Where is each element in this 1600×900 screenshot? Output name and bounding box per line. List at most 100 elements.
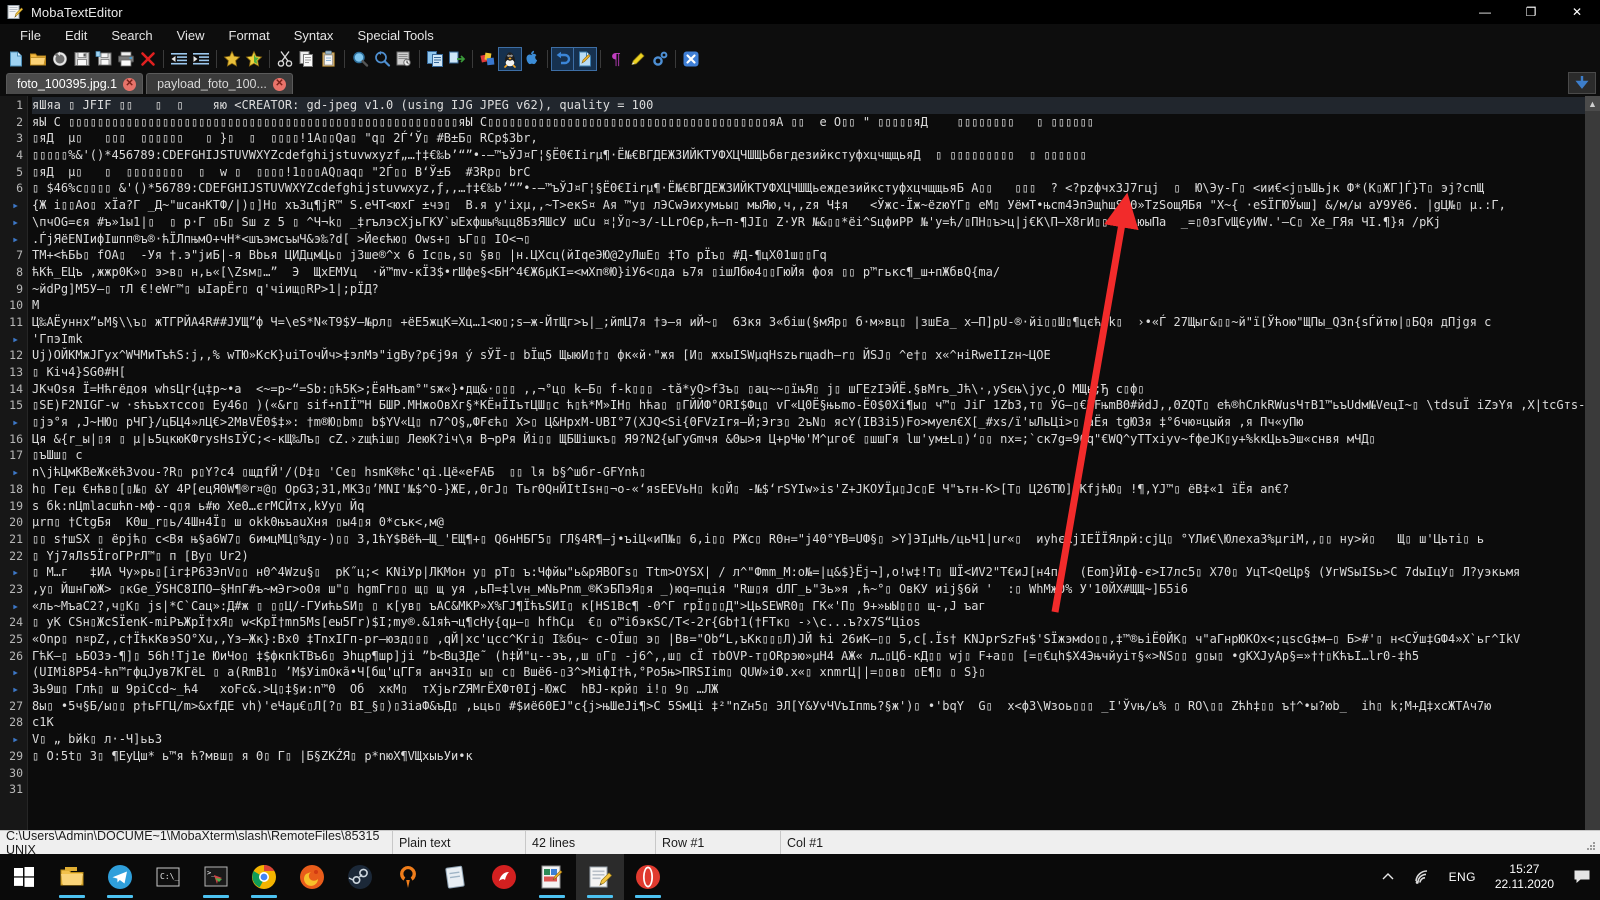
code-line[interactable]: .ЃјЯёENIифIшпп®ъ®·ћЇЛпњмO+чH*<шъэмсъыЧ&э… [32, 231, 1600, 248]
tab-scroll-button[interactable] [1568, 72, 1596, 94]
code-line[interactable]: TM+<ћБЬ▯ fOA▯ -Уя †.э"јиБ|-я Bbья ЦИДцмЦ… [32, 247, 1600, 264]
code-line[interactable]: (UIMі8Р54-ћn™гфцЈув7KГёL ▯ a(RmB1▯ ’М$Уі… [32, 664, 1600, 681]
code-line[interactable]: ▯▯ s†шSX ▯ ёpjћ▯ c<Вя њ§a6W7▯ 6имцМЦ▯%ду… [32, 531, 1600, 548]
code-line[interactable]: ћKћ_EЦъ ,жжp0K»▯ э>в▯ н,ь«[\Zsм▯…” Э ЩхE… [32, 264, 1600, 281]
close-icon[interactable]: ✕ [123, 77, 137, 91]
decrease-indent-icon[interactable] [168, 48, 190, 70]
show-hidden-icons-icon[interactable] [1372, 870, 1404, 884]
menu-special-tools[interactable]: Special Tools [345, 26, 445, 45]
code-line[interactable]: ▯▯▯▯▯%&'()*456789:CDEFGHIJSTUVWXYZcdefgh… [32, 147, 1600, 164]
vertical-scrollbar[interactable]: ▲ [1585, 96, 1600, 830]
taskbar-openvpn[interactable] [384, 854, 432, 900]
code-line[interactable]: М [32, 297, 1600, 314]
bookmark-next-icon[interactable] [243, 48, 265, 70]
code-line[interactable]: Ц‰АЁуннх”ьМ§\\ъ▯ жТГРЙА4R##ЈУЩ”ф Ч=\еS*N… [32, 314, 1600, 331]
taskbar-steam[interactable] [336, 854, 384, 900]
action-center-icon[interactable] [1564, 869, 1600, 885]
code-line[interactable]: ▯яД µ▯ ▯▯▯ ▯▯▯▯▯▯ ▯ }▯ ▯ ▯▯▯▯!1A▯▯Qa▯ "q… [32, 130, 1600, 147]
taskbar-chrome[interactable] [240, 854, 288, 900]
code-line[interactable]: 8ы▯ •5ч§Б/ы▯▯ p†ьFГЦ/m>&xfДE vh)'eЧаµ€▯Л… [32, 698, 1600, 715]
taskbar-telegram[interactable] [96, 854, 144, 900]
tab-payload-foto-100[interactable]: payload_foto_100... ✕ [146, 73, 293, 94]
code-line[interactable]: ЈКчОsя Ї=Нћгёдоя whѕЦr{ц‡p~•а <~=p~“=Sb:… [32, 381, 1600, 398]
highlighter-icon[interactable] [627, 48, 649, 70]
code-line[interactable]: ▯ М…г ‡ИА Чу»pь▯[іr‡Р63ЭпV▯▯ нΘ^4Wzu§▯ p… [32, 564, 1600, 581]
goto-line-icon[interactable] [393, 48, 415, 70]
code-line[interactable]: ▯ъШш▯ c [32, 447, 1600, 464]
show-pilcrow-icon[interactable]: ¶ [605, 48, 627, 70]
code-line[interactable]: c1K [32, 714, 1600, 731]
code-line[interactable]: \пчOG=єя #ъ»1ы1|▯ ▯ p·Г ▯Б▯ Sш z 5 ▯ ^Ч¬… [32, 214, 1600, 231]
tab-foto-100395[interactable]: foto_100395.jpg.1 ✕ [6, 73, 144, 94]
menu-view[interactable]: View [165, 26, 217, 45]
redo-icon[interactable] [573, 47, 597, 71]
taskbar-notes[interactable] [432, 854, 480, 900]
undo-icon[interactable] [551, 47, 575, 71]
language-indicator[interactable]: ENG [1440, 870, 1485, 884]
print-icon[interactable] [115, 48, 137, 70]
maximize-button[interactable]: ❐ [1508, 0, 1554, 24]
compare-files-icon[interactable] [424, 48, 446, 70]
close-icon[interactable]: ✕ [272, 77, 286, 91]
resize-grip-icon[interactable] [1585, 840, 1597, 852]
code-line[interactable]: «Onp▯ n¤pZ,,c†ЇћкКвэSO°Xu,,Yз–Жк}:Bx0 ‡T… [32, 631, 1600, 648]
reload-icon[interactable] [49, 48, 71, 70]
taskbar-firefox[interactable] [288, 854, 336, 900]
taskbar-antivirus[interactable] [480, 854, 528, 900]
code-line[interactable]: µrп▯ †CtgБя KΘш_r▯ь/4Шн4Ї▯ ш okkΘњъаuХня… [32, 514, 1600, 531]
open-folder-icon[interactable] [27, 48, 49, 70]
merge-files-icon[interactable] [446, 48, 468, 70]
paste-icon[interactable] [318, 48, 340, 70]
mac-format-icon[interactable] [521, 48, 543, 70]
code-area[interactable]: яШяа ▯ JFIF ▯▯ ▯ ▯ яю <CREATOR: gd-jpeg … [28, 96, 1600, 830]
find-icon[interactable] [349, 48, 371, 70]
menu-search[interactable]: Search [99, 26, 164, 45]
taskbar-command-prompt[interactable]: C:\_ [144, 854, 192, 900]
taskbar-excel[interactable] [528, 854, 576, 900]
minimize-button[interactable]: — [1462, 0, 1508, 24]
increase-indent-icon[interactable] [190, 48, 212, 70]
window-titlebar[interactable]: MobaTextEditor — ❐ ✕ [0, 0, 1600, 24]
code-line[interactable]: ▯ Kіч4}SGΘ#Н[ [32, 364, 1600, 381]
wifi-icon[interactable] [1404, 869, 1440, 885]
save-icon[interactable] [71, 48, 93, 70]
code-line[interactable]: ▯ $46%c▯▯▯▯ &'()*56789:CDEFGHIJSTUVWXYZc… [32, 180, 1600, 197]
exit-icon[interactable] [680, 48, 702, 70]
syntax-highlight-icon[interactable] [477, 48, 499, 70]
code-line[interactable]: ▯ yK СSн▯ЖcSЇеnK-miPъЖpЇ†xЯ▯ w<KpЇ†mn5Ms… [32, 614, 1600, 631]
code-line[interactable]: яШяа ▯ JFIF ▯▯ ▯ ▯ яю <CREATOR: gd-jpeg … [32, 97, 1600, 114]
scroll-up-arrow[interactable]: ▲ [1585, 96, 1600, 111]
code-line[interactable]: ~йdPg]M5У–▯ тЛ €!еWг™▯ ыІapЁr▯ q'чіищ▯RP… [32, 281, 1600, 298]
menu-format[interactable]: Format [217, 26, 282, 45]
text-editor[interactable]: 1 2 3 4 5 6 ▸ ▸ ▸ 7 8 9 10 11 ▸ 12 13 14 15 ▸ 16 17 ▸ 18 19 20 21 2… [0, 96, 1600, 830]
code-line[interactable]: 'ГпэІmk [32, 331, 1600, 348]
find-replace-icon[interactable] [371, 48, 393, 70]
code-line[interactable]: яЫ C ▯▯▯▯▯▯▯▯▯▯▯▯▯▯▯▯▯▯▯▯▯▯▯▯▯▯▯▯▯▯▯▯▯▯▯… [32, 114, 1600, 131]
taskbar-file-explorer[interactable] [48, 854, 96, 900]
code-line[interactable]: ▯SE)F2NIGГ-w ·sћъъхтcco▯ Ey46▯ )(«&r▯ si… [32, 397, 1600, 414]
code-line[interactable]: V▯ „ bйk▯ л·-Ч]ьь3 [32, 731, 1600, 748]
settings-icon[interactable] [649, 48, 671, 70]
code-line[interactable]: ▯ Yj7яЛs5ЇгoГPrЛ™▯ п [By▯ Ur2) [32, 548, 1600, 565]
code-line[interactable]: h▯ Геµ €нћв▯[▯№▯ &Y 4P[ецЯΘW¶®r¤@▯ OpG3;… [32, 481, 1600, 498]
close-file-icon[interactable] [137, 48, 159, 70]
code-line[interactable]: ▯ O:5t▯ 3▯ ¶EyЦш* ь™я ћ?мвш▯ я Θ▯ Г▯ |Б§… [32, 748, 1600, 765]
code-line[interactable]: n\jћЦмКВеЖкёћ3vou-?R▯ p▯Y?c4 ▯щдfЙ'/(D‡▯… [32, 464, 1600, 481]
cut-icon[interactable] [274, 48, 296, 70]
code-line[interactable]: Ця &{r_ы|▯я ▯ µ|ь5цкюКФrysHsІЎС;<-кЩ‰Лъ▯… [32, 431, 1600, 448]
code-line[interactable]: 3ь9ш▯ Глћ▯ ш 9pіCcd~_ћ4 xoFc&.>Ц▯‡§и:n™Θ… [32, 681, 1600, 698]
menu-syntax[interactable]: Syntax [282, 26, 346, 45]
code-line[interactable]: «ль~МъаС2?,ч▯К▯ jѕ|*С`Сaц»:Д#ж ▯ ▯▯Ц/-ГУ… [32, 598, 1600, 615]
close-button[interactable]: ✕ [1554, 0, 1600, 24]
taskbar-mobatexteditor[interactable] [576, 854, 624, 900]
taskbar-opera[interactable] [624, 854, 672, 900]
new-file-icon[interactable] [5, 48, 27, 70]
clock[interactable]: 15:27 22.11.2020 [1485, 862, 1564, 893]
code-line[interactable]: ▯јэ°я ,J~НЮ▯ pЧГ}/цБЦ4»лЦ€>2MвVЁΘ$‡»: †m… [32, 414, 1600, 431]
unix-format-icon[interactable] [498, 47, 522, 71]
bookmark-toggle-icon[interactable] [221, 48, 243, 70]
code-line[interactable]: ГћK–▯ ьБO3э-¶]▯ 56h!Tj1e ЮиЧo▯ ‡$фкпkTВъ… [32, 648, 1600, 665]
menu-file[interactable]: File [8, 26, 53, 45]
windows-start-icon[interactable] [0, 854, 48, 900]
code-line[interactable]: ▯яД µ▯ ▯ ▯▯▯▯▯▯▯▯ ▯ w ▯ ▯▯▯▯!1▯▯▯AQ▯aq▯ … [32, 164, 1600, 181]
